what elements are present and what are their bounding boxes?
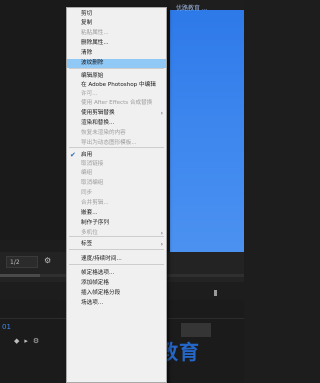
menu-item-label: 添加帧定格: [81, 280, 109, 286]
menu-item[interactable]: 帧定格选项...: [67, 269, 166, 278]
menu-separator: [69, 147, 164, 148]
menu-item-label: 渲染和替换...: [81, 120, 115, 126]
menu-item-label: 嵌套...: [81, 210, 98, 216]
menu-item-label: 合并剪辑...: [81, 200, 109, 206]
menu-item[interactable]: 取消编组: [67, 179, 166, 188]
menu-item[interactable]: 制作子序列: [67, 219, 166, 228]
checkmark-icon: ✔: [70, 151, 76, 159]
context-menu: 剪切复制粘贴属性... 删除属性... 清除波纹删除编辑原始在 Adobe Phot…: [66, 7, 167, 383]
marker-icon[interactable]: [214, 290, 217, 296]
menu-item[interactable]: 清除: [67, 49, 166, 58]
menu-item-label: 在 Adobe Photoshop 中编辑: [81, 82, 156, 88]
menu-item[interactable]: 添加帧定格: [67, 279, 166, 288]
menu-item-label: 复制: [81, 20, 93, 26]
menu-item[interactable]: 嵌套...: [67, 209, 166, 218]
menu-item[interactable]: 波纹删除: [67, 59, 166, 68]
menu-separator: [69, 68, 164, 69]
menu-item[interactable]: 速度/持续时间...: [67, 255, 166, 264]
menu-item-label: 波纹删除: [81, 60, 104, 66]
timeline-clip[interactable]: [181, 323, 211, 337]
menu-item[interactable]: 使用剪辑替换 ›: [67, 109, 166, 118]
menu-item-label: 制作子序列: [81, 220, 109, 226]
menu-item[interactable]: 同步: [67, 189, 166, 198]
program-monitor-preview: [170, 0, 244, 270]
menu-item-label: 剪切: [81, 11, 93, 17]
menu-item-label: 使用 After Effects 合成替换: [81, 100, 153, 106]
menu-separator: [69, 236, 164, 237]
timecode[interactable]: 01: [2, 323, 11, 331]
menu-item[interactable]: 合并剪辑...: [67, 199, 166, 208]
zoom-select[interactable]: 1/2: [6, 256, 38, 268]
menu-item[interactable]: 渲染和替换...: [67, 119, 166, 128]
menu-item-label: 启用: [81, 152, 93, 158]
menu-item-label: 编辑原始: [81, 73, 104, 79]
menu-separator: [69, 264, 164, 265]
submenu-arrow-icon: ›: [160, 241, 163, 248]
menu-item-label: 同步: [81, 190, 93, 196]
menu-item[interactable]: 编辑原始: [67, 72, 166, 81]
submenu-arrow-icon: ›: [160, 110, 163, 117]
menu-item-label: 使用剪辑替换: [81, 110, 115, 116]
menu-item-label: 粘贴属性...: [81, 30, 109, 36]
menu-item[interactable]: 粘贴属性...: [67, 29, 166, 38]
menu-item-label: 编组: [81, 170, 93, 176]
wrench-icon[interactable]: ⚙: [44, 256, 51, 265]
menu-item-label: 插入帧定格分段: [81, 290, 121, 296]
menu-item[interactable]: 插入帧定格分段: [67, 289, 166, 298]
menu-item[interactable]: 恢复未渲染的内容: [67, 129, 166, 138]
menu-item[interactable]: 场选项...: [67, 299, 166, 308]
brand-text: 优路教育 ...: [176, 5, 208, 12]
menu-item[interactable]: 启用 ✔: [67, 151, 166, 160]
menu-item-label: 场选项...: [81, 300, 104, 306]
menu-item[interactable]: 删除属性...: [67, 39, 166, 48]
menu-item[interactable]: 复制: [67, 19, 166, 28]
menu-item-label: 恢复未渲染的内容: [81, 130, 126, 136]
menu-item-label: 帧定格选项...: [81, 270, 115, 276]
menu-item-label: 导出为动态图形模板...: [81, 140, 137, 146]
menu-item[interactable]: 取消链接: [67, 160, 166, 169]
menu-item[interactable]: 标签 ›: [67, 240, 166, 249]
menu-separator: [69, 249, 164, 250]
menu-item-label: 取消链接: [81, 161, 104, 167]
menu-item-label: 许可...: [81, 91, 98, 97]
menu-item-label: 取消编组: [81, 180, 104, 186]
menu-item[interactable]: 使用 After Effects 合成替换: [67, 99, 166, 108]
menu-item[interactable]: 在 Adobe Photoshop 中编辑: [67, 81, 166, 90]
menu-item-label: 删除属性...: [81, 40, 109, 46]
menu-item[interactable]: 许可...: [67, 90, 166, 99]
timeline-tools[interactable]: ◆▸⚙: [14, 337, 44, 345]
menu-item-label: 清除: [81, 50, 93, 56]
menu-item[interactable]: 剪切: [67, 10, 166, 19]
menu-item[interactable]: 编组: [67, 169, 166, 178]
menu-item-label: 速度/持续时间...: [81, 256, 122, 262]
menu-item-label: 标签: [81, 241, 93, 247]
